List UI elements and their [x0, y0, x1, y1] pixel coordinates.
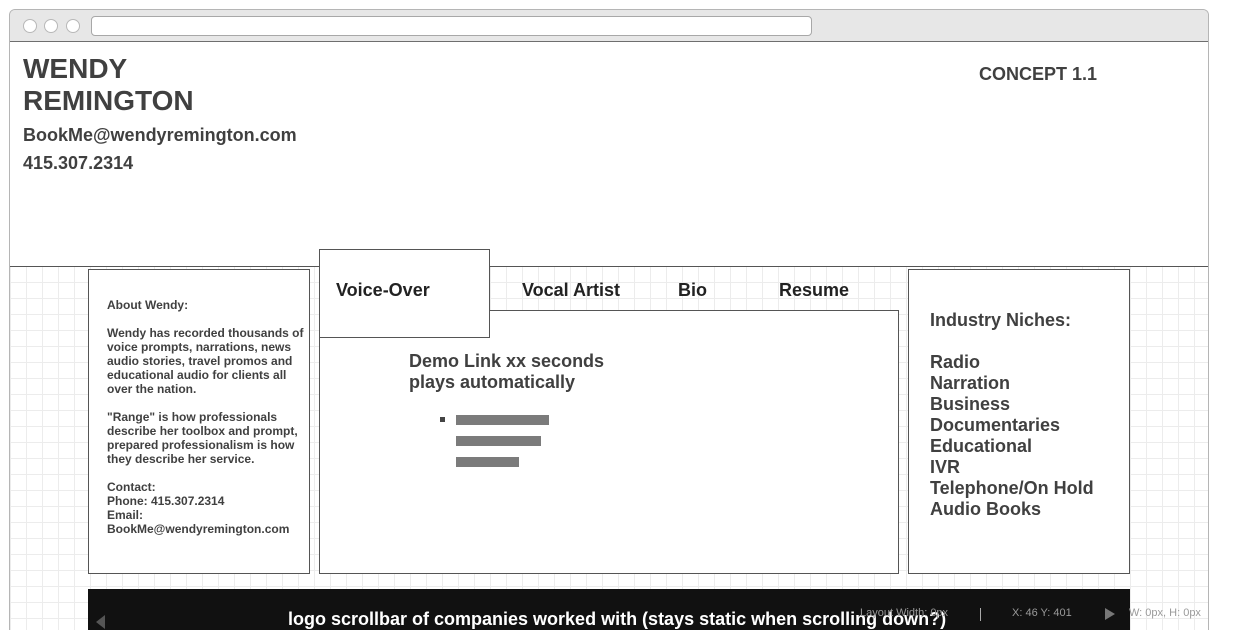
about-email-label: Email:: [107, 508, 144, 522]
niche-item: Telephone/On Hold: [930, 478, 1094, 498]
niches-title: Industry Niches:: [930, 310, 1072, 330]
concept-label: CONCEPT 1.1: [979, 64, 1098, 84]
play-icon[interactable]: [1105, 608, 1115, 620]
logo-scrollbar-text: logo scrollbar of companies worked with …: [288, 609, 947, 629]
status-layout-width: Layout Width: 0px: [860, 607, 949, 619]
niche-item: Documentaries: [930, 415, 1061, 435]
about-contact-phone: Phone: 415.307.2314: [107, 494, 225, 508]
niche-item: IVR: [930, 457, 961, 477]
about-paragraph-2: "Range" is how professionals describe he…: [107, 410, 298, 466]
header-email[interactable]: BookMe@wendyremington.com: [23, 125, 297, 146]
niche-item: Audio Books: [930, 499, 1041, 519]
about-paragraph-1: Wendy has recorded thousands of voice pr…: [107, 326, 304, 396]
niche-item: Educational: [930, 436, 1033, 456]
placeholder-bar: [456, 415, 549, 425]
main-content-panel: Demo Link xx seconds plays automatically: [319, 310, 899, 574]
about-panel: About Wendy: Wendy has recorded thousand…: [88, 269, 310, 574]
about-contact-label: Contact:: [107, 480, 156, 494]
window-close-dot[interactable]: [23, 19, 37, 33]
niche-item: Radio: [930, 352, 981, 372]
tab-bio[interactable]: Bio: [678, 280, 707, 301]
site-header: WENDY REMINGTON BookMe@wendyremington.co…: [10, 42, 1208, 267]
niche-item: Narration: [930, 373, 1011, 393]
demo-line-1: Demo Link xx seconds: [409, 351, 605, 371]
window-maximize-dot[interactable]: [66, 19, 80, 33]
tab-resume[interactable]: Resume: [779, 280, 849, 301]
chevron-left-icon[interactable]: [96, 615, 105, 629]
address-bar[interactable]: [91, 16, 812, 36]
site-name-first: WENDY: [23, 53, 128, 84]
placeholder-bar: [456, 457, 519, 467]
browser-window: WENDY REMINGTON BookMe@wendyremington.co…: [9, 9, 1209, 630]
niche-item: Business: [930, 394, 1011, 414]
demo-link[interactable]: Demo Link xx seconds plays automatically: [409, 351, 604, 393]
status-bar: Layout Width: 0px X: 46 Y: 401 W: 0px, H…: [850, 604, 1201, 624]
demo-line-2: plays automatically: [409, 372, 576, 392]
placeholder-bar: [456, 436, 541, 446]
browser-chrome: [10, 10, 1208, 42]
window-minimize-dot[interactable]: [44, 19, 58, 33]
status-size: W: 0px, H: 0px: [1129, 607, 1201, 619]
header-phone: 415.307.2314: [23, 153, 134, 173]
bullet-icon: [440, 417, 445, 422]
tab-voice-over[interactable]: Voice-Over: [336, 280, 430, 301]
tab-vocal-artist[interactable]: Vocal Artist: [522, 280, 620, 301]
status-coordinates: X: 46 Y: 401: [1012, 607, 1072, 619]
about-contact-email[interactable]: BookMe@wendyremington.com: [107, 522, 309, 536]
site-name-last: REMINGTON: [23, 85, 194, 116]
industry-niches-panel: Industry Niches: Radio Narration Busines…: [908, 269, 1130, 574]
about-title: About Wendy:: [107, 298, 189, 312]
